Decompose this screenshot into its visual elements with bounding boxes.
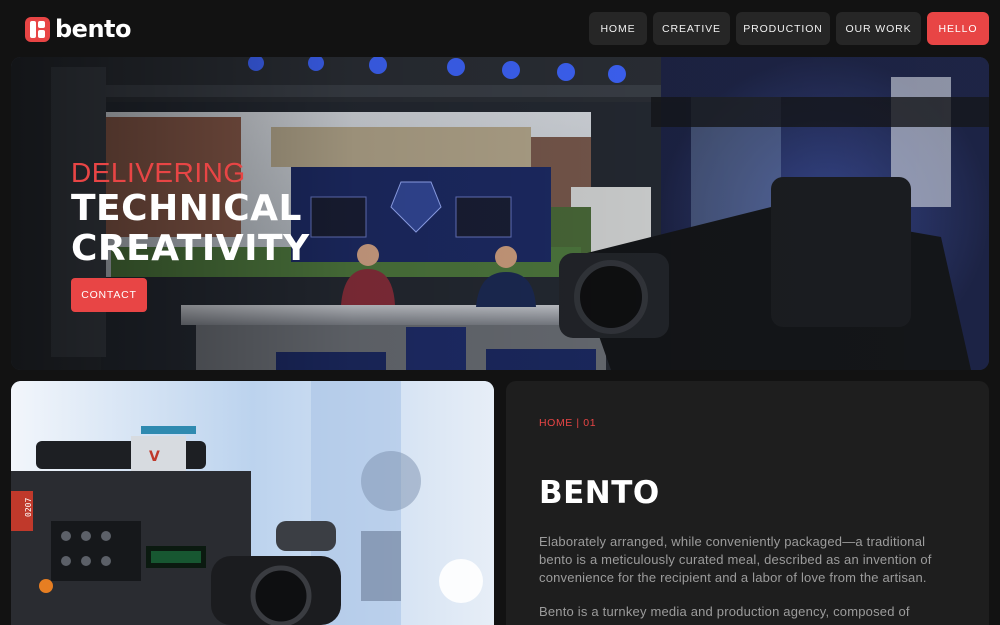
hero-headline: DELIVERING TECHNICAL CREATIVITY	[71, 157, 310, 269]
nav-home[interactable]: HOME	[589, 12, 647, 45]
hero-banner: DELIVERING TECHNICAL CREATIVITY CONTACT	[11, 57, 989, 370]
hero-title-line-1: TECHNICAL	[71, 188, 302, 229]
about-paragraph-1: Elaborately arranged, while conveniently…	[539, 534, 932, 585]
nav-production[interactable]: PRODUCTION	[736, 12, 830, 45]
logo-text: bento	[55, 15, 132, 43]
camera-brand-mark: V	[149, 449, 160, 465]
about-paragraph-2: Bento is a turnkey media and production …	[539, 604, 910, 619]
camera-photo: V 0207	[11, 381, 494, 625]
logo-mark-icon	[25, 16, 50, 42]
nav-creative[interactable]: CREATIVE	[653, 12, 730, 45]
about-card: HOME | 01 BENTO Elaborately arranged, wh…	[506, 381, 989, 625]
nav-our-work[interactable]: OUR WORK	[836, 12, 921, 45]
site-header: bento HOME CREATIVE PRODUCTION OUR WORK …	[0, 0, 1000, 57]
section-title: BENTO	[539, 475, 660, 511]
nav-hello[interactable]: HELLO	[927, 12, 989, 45]
hero-title-line-2: CREATIVITY	[71, 228, 310, 269]
logo[interactable]: bento	[25, 15, 132, 43]
hero-kicker: DELIVERING	[71, 157, 246, 188]
camera-tag: 0207	[24, 498, 33, 517]
cinema-camera-image: V 0207	[11, 381, 494, 625]
main-nav: HOME CREATIVE PRODUCTION OUR WORK HELLO	[589, 12, 989, 45]
contact-button[interactable]: CONTACT	[71, 278, 147, 312]
section-eyebrow: HOME | 01	[539, 417, 597, 429]
